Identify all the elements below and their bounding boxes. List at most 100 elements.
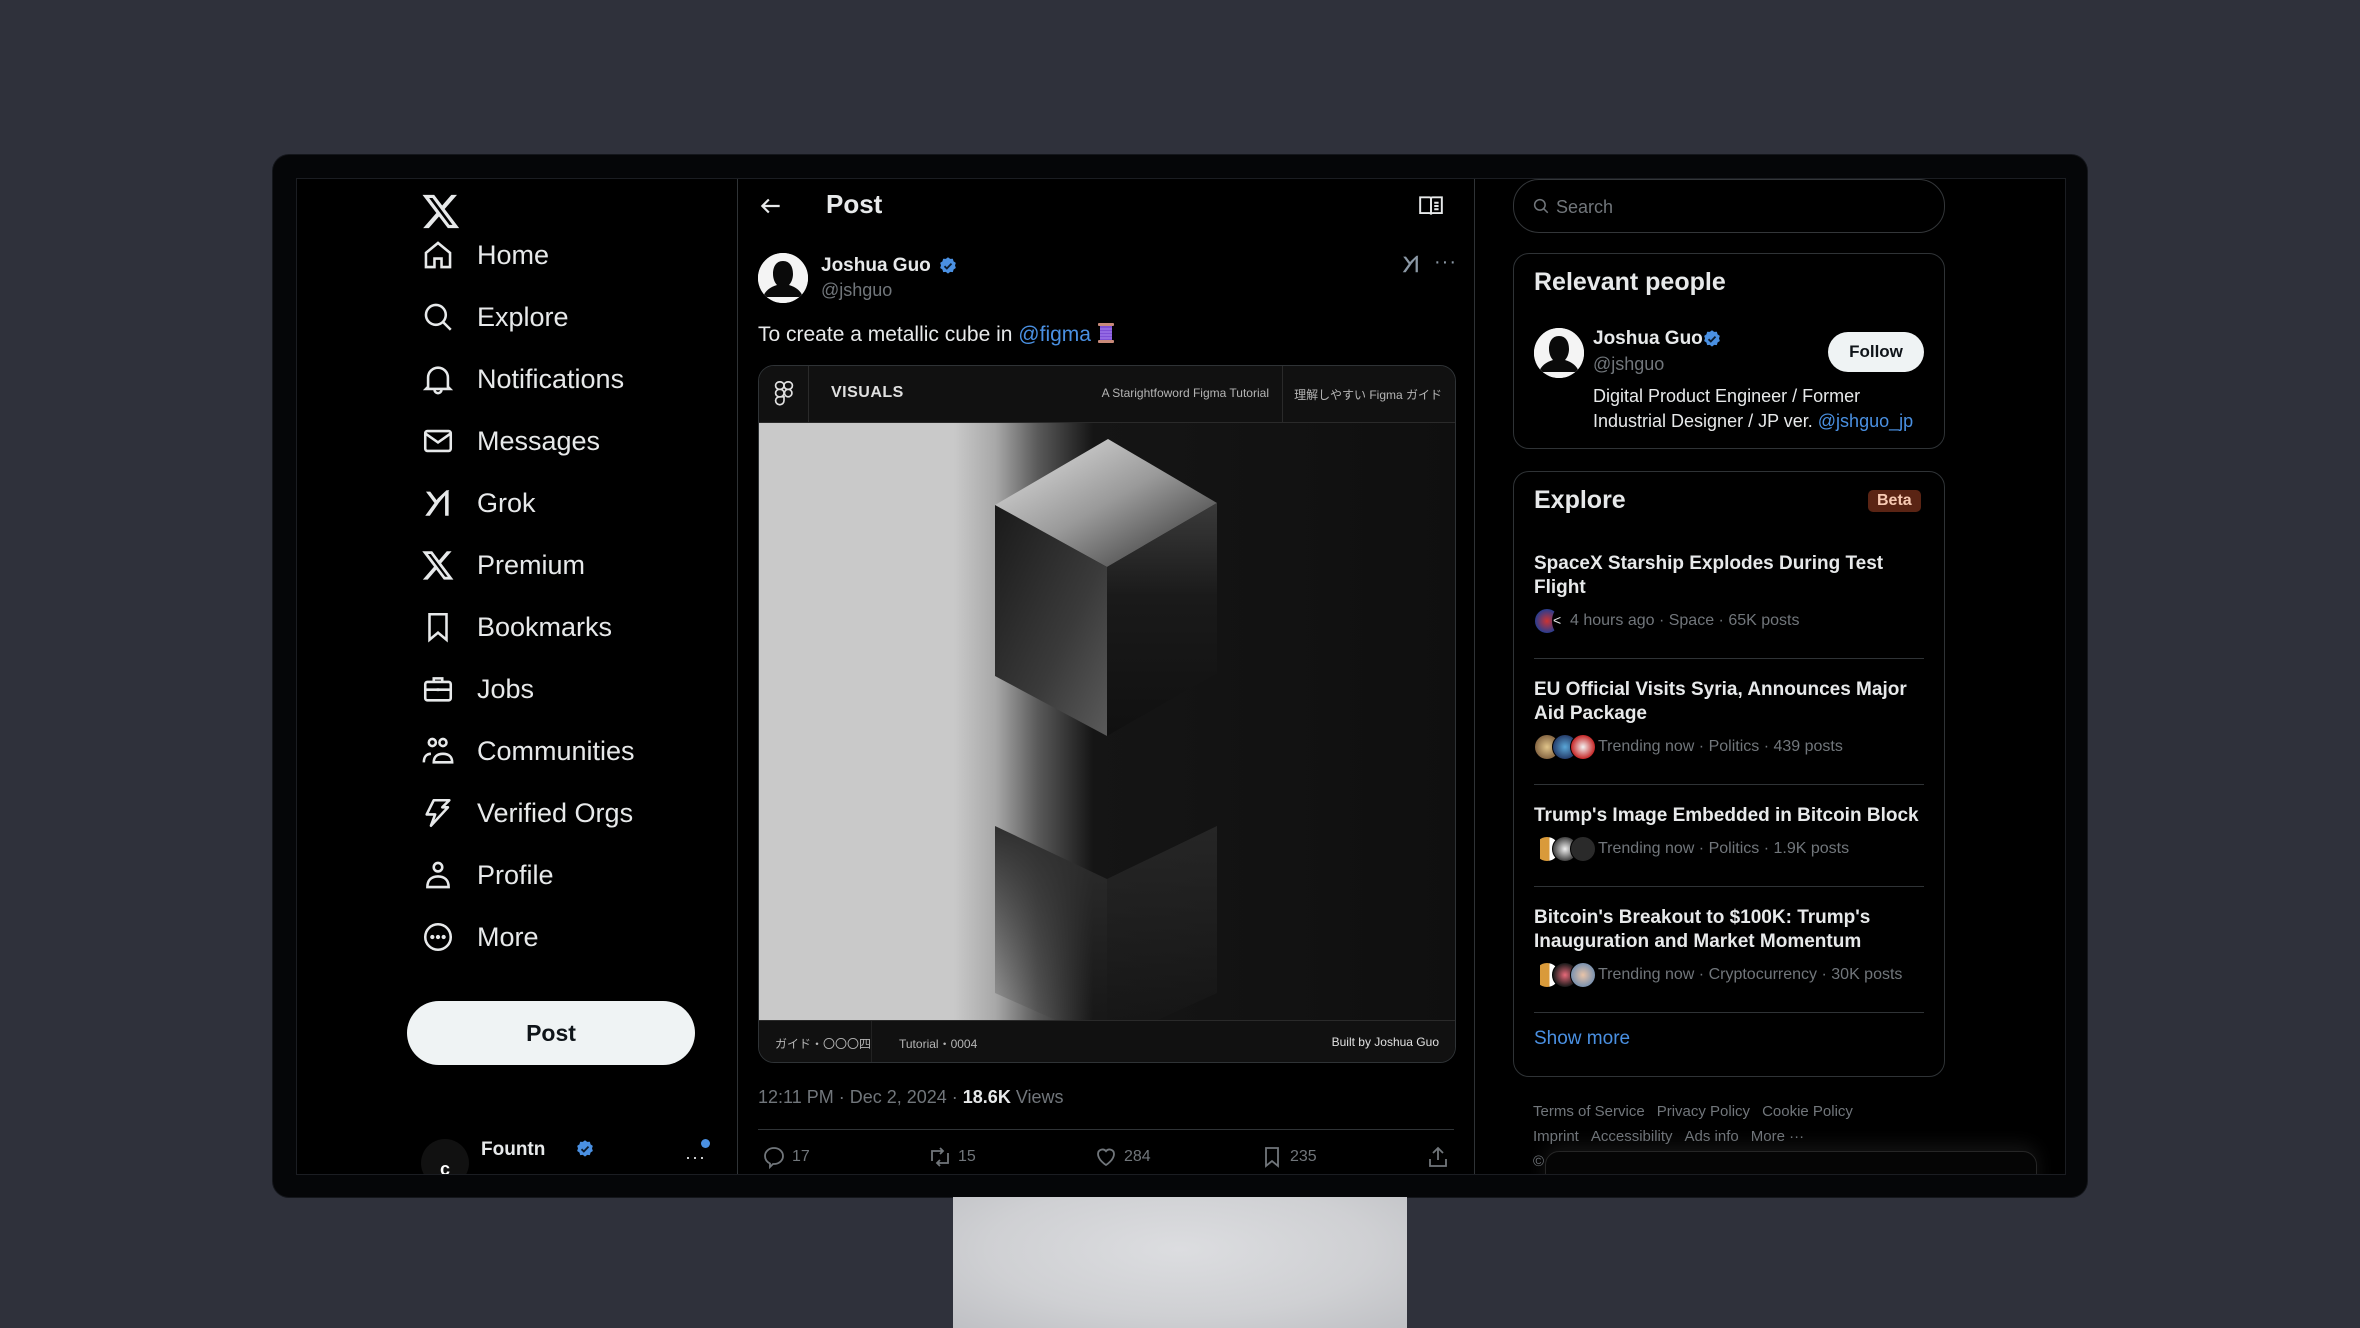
author-handle[interactable]: @jshguo <box>821 280 892 301</box>
footer-link[interactable]: More ··· <box>1751 1128 1804 1145</box>
trend-avatars <box>1534 836 1596 862</box>
monitor-stand <box>953 1197 1407 1328</box>
sidebar-item-jobs[interactable]: Jobs <box>421 665 534 713</box>
follow-button[interactable]: Follow <box>1828 332 1924 372</box>
post-detail: Post Joshua Guo @jshguo ··· To create a … <box>738 179 1475 1174</box>
sidebar-item-label: Messages <box>477 425 601 456</box>
sidebar-item-label: Jobs <box>477 673 535 704</box>
divider <box>1534 1012 1924 1013</box>
post-header: Post <box>738 179 1474 233</box>
sidebar-item-label: More <box>477 921 539 952</box>
back-arrow-icon[interactable] <box>758 193 784 219</box>
footer-link[interactable]: Terms of Service <box>1533 1103 1645 1120</box>
cube-render <box>995 439 1217 1020</box>
people-icon <box>422 737 454 764</box>
trend-avatars: < <box>1534 608 1568 634</box>
person-name[interactable]: Joshua Guo <box>1593 328 1703 350</box>
show-more-link[interactable]: Show more <box>1534 1028 1630 1050</box>
repost-icon <box>931 1147 949 1167</box>
share-button[interactable] <box>1426 1145 1456 1169</box>
search-input[interactable] <box>1554 192 1918 222</box>
more-icon[interactable]: ··· <box>685 1147 706 1168</box>
search-icon <box>1533 198 1549 214</box>
sidebar-item-communities[interactable]: Communities <box>421 727 635 775</box>
sidebar-item-label: Notifications <box>477 363 625 394</box>
sidebar-item-label: Premium <box>477 549 586 580</box>
trend-meta: Trending now · Politics · 439 posts <box>1598 738 1843 755</box>
media-title: VISUALS <box>831 384 904 401</box>
trend-item[interactable]: SpaceX Starship Explodes During Test Fli… <box>1534 552 1924 634</box>
sidebar-item-explore[interactable]: Explore <box>421 293 569 341</box>
tweet-timestamp[interactable]: 12:11 PM · Dec 2, 2024 · <box>758 1087 963 1107</box>
metallic-cube-image <box>759 423 1455 1020</box>
footer-link[interactable]: Privacy Policy <box>1657 1103 1750 1120</box>
figma-logo-icon <box>774 381 794 406</box>
divider <box>1534 784 1924 785</box>
sidebar-item-label: Grok <box>477 487 536 518</box>
sidebar-item-notifications[interactable]: Notifications <box>421 355 624 403</box>
trend-item[interactable]: Trump's Image Embedded in Bitcoin Block … <box>1534 804 1924 862</box>
divider <box>871 1021 872 1062</box>
sidebar-item-profile[interactable]: Profile <box>421 851 554 899</box>
envelope-icon <box>423 429 453 453</box>
trend-item[interactable]: EU Official Visits Syria, Announces Majo… <box>1534 678 1924 760</box>
divider <box>1282 366 1283 422</box>
sidebar-item-label: Profile <box>477 859 554 890</box>
account-switcher[interactable]: c Fountn ··· <box>421 1139 721 1174</box>
cube-reflection-right <box>1107 826 1217 1020</box>
bookmark-count: 235 <box>1290 1148 1317 1165</box>
footer-link[interactable]: Ads info <box>1685 1128 1739 1145</box>
reader-mode-icon[interactable] <box>1418 194 1444 218</box>
bookmark-icon <box>1265 1147 1279 1168</box>
author-avatar[interactable] <box>758 253 808 303</box>
media-footer-credit: Built by Joshua Guo <box>1331 1035 1439 1049</box>
verified-badge-icon <box>1704 330 1720 347</box>
reply-button[interactable]: 17 <box>762 1145 810 1169</box>
footer-link[interactable]: Imprint <box>1533 1128 1579 1145</box>
more-options-icon[interactable]: ··· <box>1434 251 1457 274</box>
card-title: Explore <box>1534 486 1626 514</box>
views-label: Views <box>1010 1087 1064 1107</box>
heart-icon <box>1097 1148 1115 1167</box>
post-button[interactable]: Post <box>407 1001 695 1065</box>
divider <box>1534 886 1924 887</box>
trend-title: Bitcoin's Breakout to $100K: Trump's Ina… <box>1534 907 1871 952</box>
views-count: 18.6K <box>962 1087 1011 1107</box>
like-button[interactable]: 284 <box>1094 1145 1151 1169</box>
sidebar-item-label: Verified Orgs <box>477 797 634 828</box>
sidebar-item-home[interactable]: Home <box>421 231 549 279</box>
mention-link[interactable]: @figma <box>1018 323 1091 346</box>
search-box[interactable] <box>1513 179 1945 233</box>
lightning-icon <box>425 798 451 828</box>
reply-count: 17 <box>792 1148 810 1165</box>
footer-link[interactable]: Accessibility <box>1591 1128 1673 1145</box>
avatar-silhouette-icon <box>758 253 808 303</box>
author-name[interactable]: Joshua Guo <box>821 255 931 277</box>
bio-mention-link[interactable]: @jshguo_jp <box>1818 411 1913 431</box>
tweet-media[interactable]: VISUALS A Starightfoword Figma Tutorial … <box>758 365 1456 1063</box>
bookmark-button[interactable]: 235 <box>1260 1145 1317 1169</box>
grok-icon[interactable] <box>1400 253 1422 275</box>
x-logo-icon[interactable] <box>421 191 461 231</box>
sidebar-item-verified-orgs[interactable]: Verified Orgs <box>421 789 633 837</box>
avatar[interactable] <box>1534 328 1584 378</box>
sidebar-item-premium[interactable]: Premium <box>421 541 585 589</box>
footer-link[interactable]: Cookie Policy <box>1762 1103 1853 1120</box>
reply-icon <box>764 1147 784 1169</box>
trend-item[interactable]: Bitcoin's Breakout to $100K: Trump's Ina… <box>1534 906 1924 988</box>
like-count: 284 <box>1124 1148 1151 1165</box>
messages-drawer[interactable] <box>1545 1151 2037 1174</box>
sidebar-item-messages[interactable]: Messages <box>421 417 600 465</box>
relevant-people-card: Relevant people Joshua Guo @jshguo Follo… <box>1513 253 1945 449</box>
sidebar-item-bookmarks[interactable]: Bookmarks <box>421 603 612 651</box>
media-footer-tutorial: Tutorial・0004 <box>899 1037 978 1051</box>
account-name: Fountn <box>481 1139 546 1160</box>
person-handle[interactable]: @jshguo <box>1593 354 1664 375</box>
repost-count: 15 <box>958 1148 976 1165</box>
verified-badge-icon <box>577 1140 593 1157</box>
repost-button[interactable]: 15 <box>928 1145 976 1169</box>
sidebar-item-more[interactable]: More <box>421 913 539 961</box>
sidebar-item-grok[interactable]: Grok <box>421 479 536 527</box>
home-icon <box>424 241 452 269</box>
media-footer: ガイド・〇〇〇四 Tutorial・0004 Built by Joshua G… <box>759 1020 1455 1062</box>
